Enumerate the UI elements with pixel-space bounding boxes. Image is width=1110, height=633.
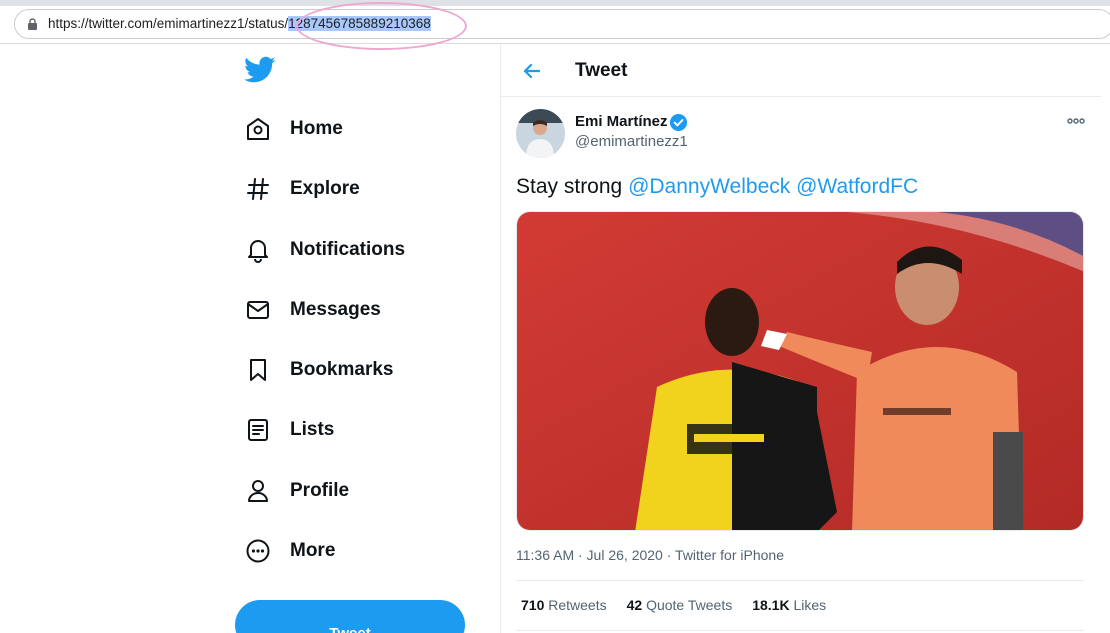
page-header: Tweet <box>501 44 1101 97</box>
bookmark-icon <box>244 356 272 384</box>
envelope-icon <box>244 296 272 324</box>
hashtag-icon <box>244 175 272 203</box>
nav-more-label: More <box>290 540 336 561</box>
tweet-text: Stay strong @DannyWelbeck @WatfordFC <box>516 175 918 199</box>
nav-lists[interactable]: Lists <box>244 410 334 450</box>
url-prefix: https://twitter.com/emimartinezz1/status… <box>48 16 289 31</box>
more-circle-icon <box>244 537 272 565</box>
retweets-stat[interactable]: 710 Retweets <box>521 597 607 613</box>
nav-profile-label: Profile <box>290 480 350 501</box>
retweets-count: 710 <box>521 597 545 613</box>
nav-bookmarks-label: Bookmarks <box>290 359 394 380</box>
meta-separator: · <box>666 547 672 563</box>
nav-notifications[interactable]: Notifications <box>244 230 405 270</box>
author-name[interactable]: Emi Martínez <box>575 113 668 130</box>
nav-explore[interactable]: Explore <box>244 169 360 209</box>
likes-count: 18.1K <box>752 597 790 613</box>
quote-tweets-label: Quote Tweets <box>646 597 733 613</box>
tweet-button[interactable]: Tweet <box>235 600 465 633</box>
verified-badge-icon <box>669 113 688 132</box>
nav-more[interactable]: More <box>244 531 335 571</box>
person-icon <box>244 477 272 505</box>
nav-messages[interactable]: Messages <box>244 290 381 330</box>
lock-icon <box>28 18 37 30</box>
annotation-ellipse <box>296 2 467 50</box>
main-column: Tweet Emi Martínez @emimartinezz1 Stay s… <box>501 44 1101 633</box>
twitter-bird-icon[interactable] <box>244 56 276 84</box>
mention-danny-welbeck[interactable]: @DannyWelbeck <box>628 175 790 198</box>
tweet-text-body: Stay strong <box>516 175 623 198</box>
more-options-icon[interactable] <box>1065 112 1087 130</box>
back-arrow-icon[interactable] <box>519 58 545 84</box>
nav-notifications-label: Notifications <box>290 239 406 260</box>
nav-bookmarks[interactable]: Bookmarks <box>244 350 394 390</box>
page-title: Tweet <box>575 60 628 81</box>
likes-stat[interactable]: 18.1K Likes <box>752 597 826 613</box>
avatar[interactable] <box>516 109 565 158</box>
retweets-label: Retweets <box>548 597 607 613</box>
nav-home-label: Home <box>290 118 343 139</box>
nav-messages-label: Messages <box>290 299 381 320</box>
tweet-meta: 11:36 AM · Jul 26, 2020 · Twitter for iP… <box>516 547 784 563</box>
quote-tweets-stat[interactable]: 42 Quote Tweets <box>627 597 733 613</box>
author-handle[interactable]: @emimartinezz1 <box>575 133 688 150</box>
tweet-photo[interactable] <box>516 211 1084 531</box>
divider <box>516 630 1084 631</box>
divider <box>516 580 1084 581</box>
list-icon <box>244 416 272 444</box>
engagement-stats: 710 Retweets 42 Quote Tweets 18.1K Likes <box>521 597 846 613</box>
nav-profile[interactable]: Profile <box>244 471 349 511</box>
bell-icon <box>244 236 272 264</box>
home-icon <box>244 115 272 143</box>
nav-home[interactable]: Home <box>244 109 343 149</box>
quote-tweets-count: 42 <box>626 597 643 613</box>
nav-explore-label: Explore <box>290 178 360 199</box>
tweet-source[interactable]: Twitter for iPhone <box>675 547 784 563</box>
nav-lists-label: Lists <box>290 419 335 440</box>
address-bar[interactable]: https://twitter.com/emimartinezz1/status… <box>14 9 1110 39</box>
likes-label: Likes <box>793 597 827 613</box>
tweet-timestamp[interactable]: 11:36 AM · Jul 26, 2020 <box>516 547 663 563</box>
mention-watford-fc[interactable]: @WatfordFC <box>796 175 918 198</box>
sidebar: Home Explore Notifications Messages Book… <box>230 44 500 633</box>
browser-toolbar: https://twitter.com/emimartinezz1/status… <box>0 0 1110 50</box>
